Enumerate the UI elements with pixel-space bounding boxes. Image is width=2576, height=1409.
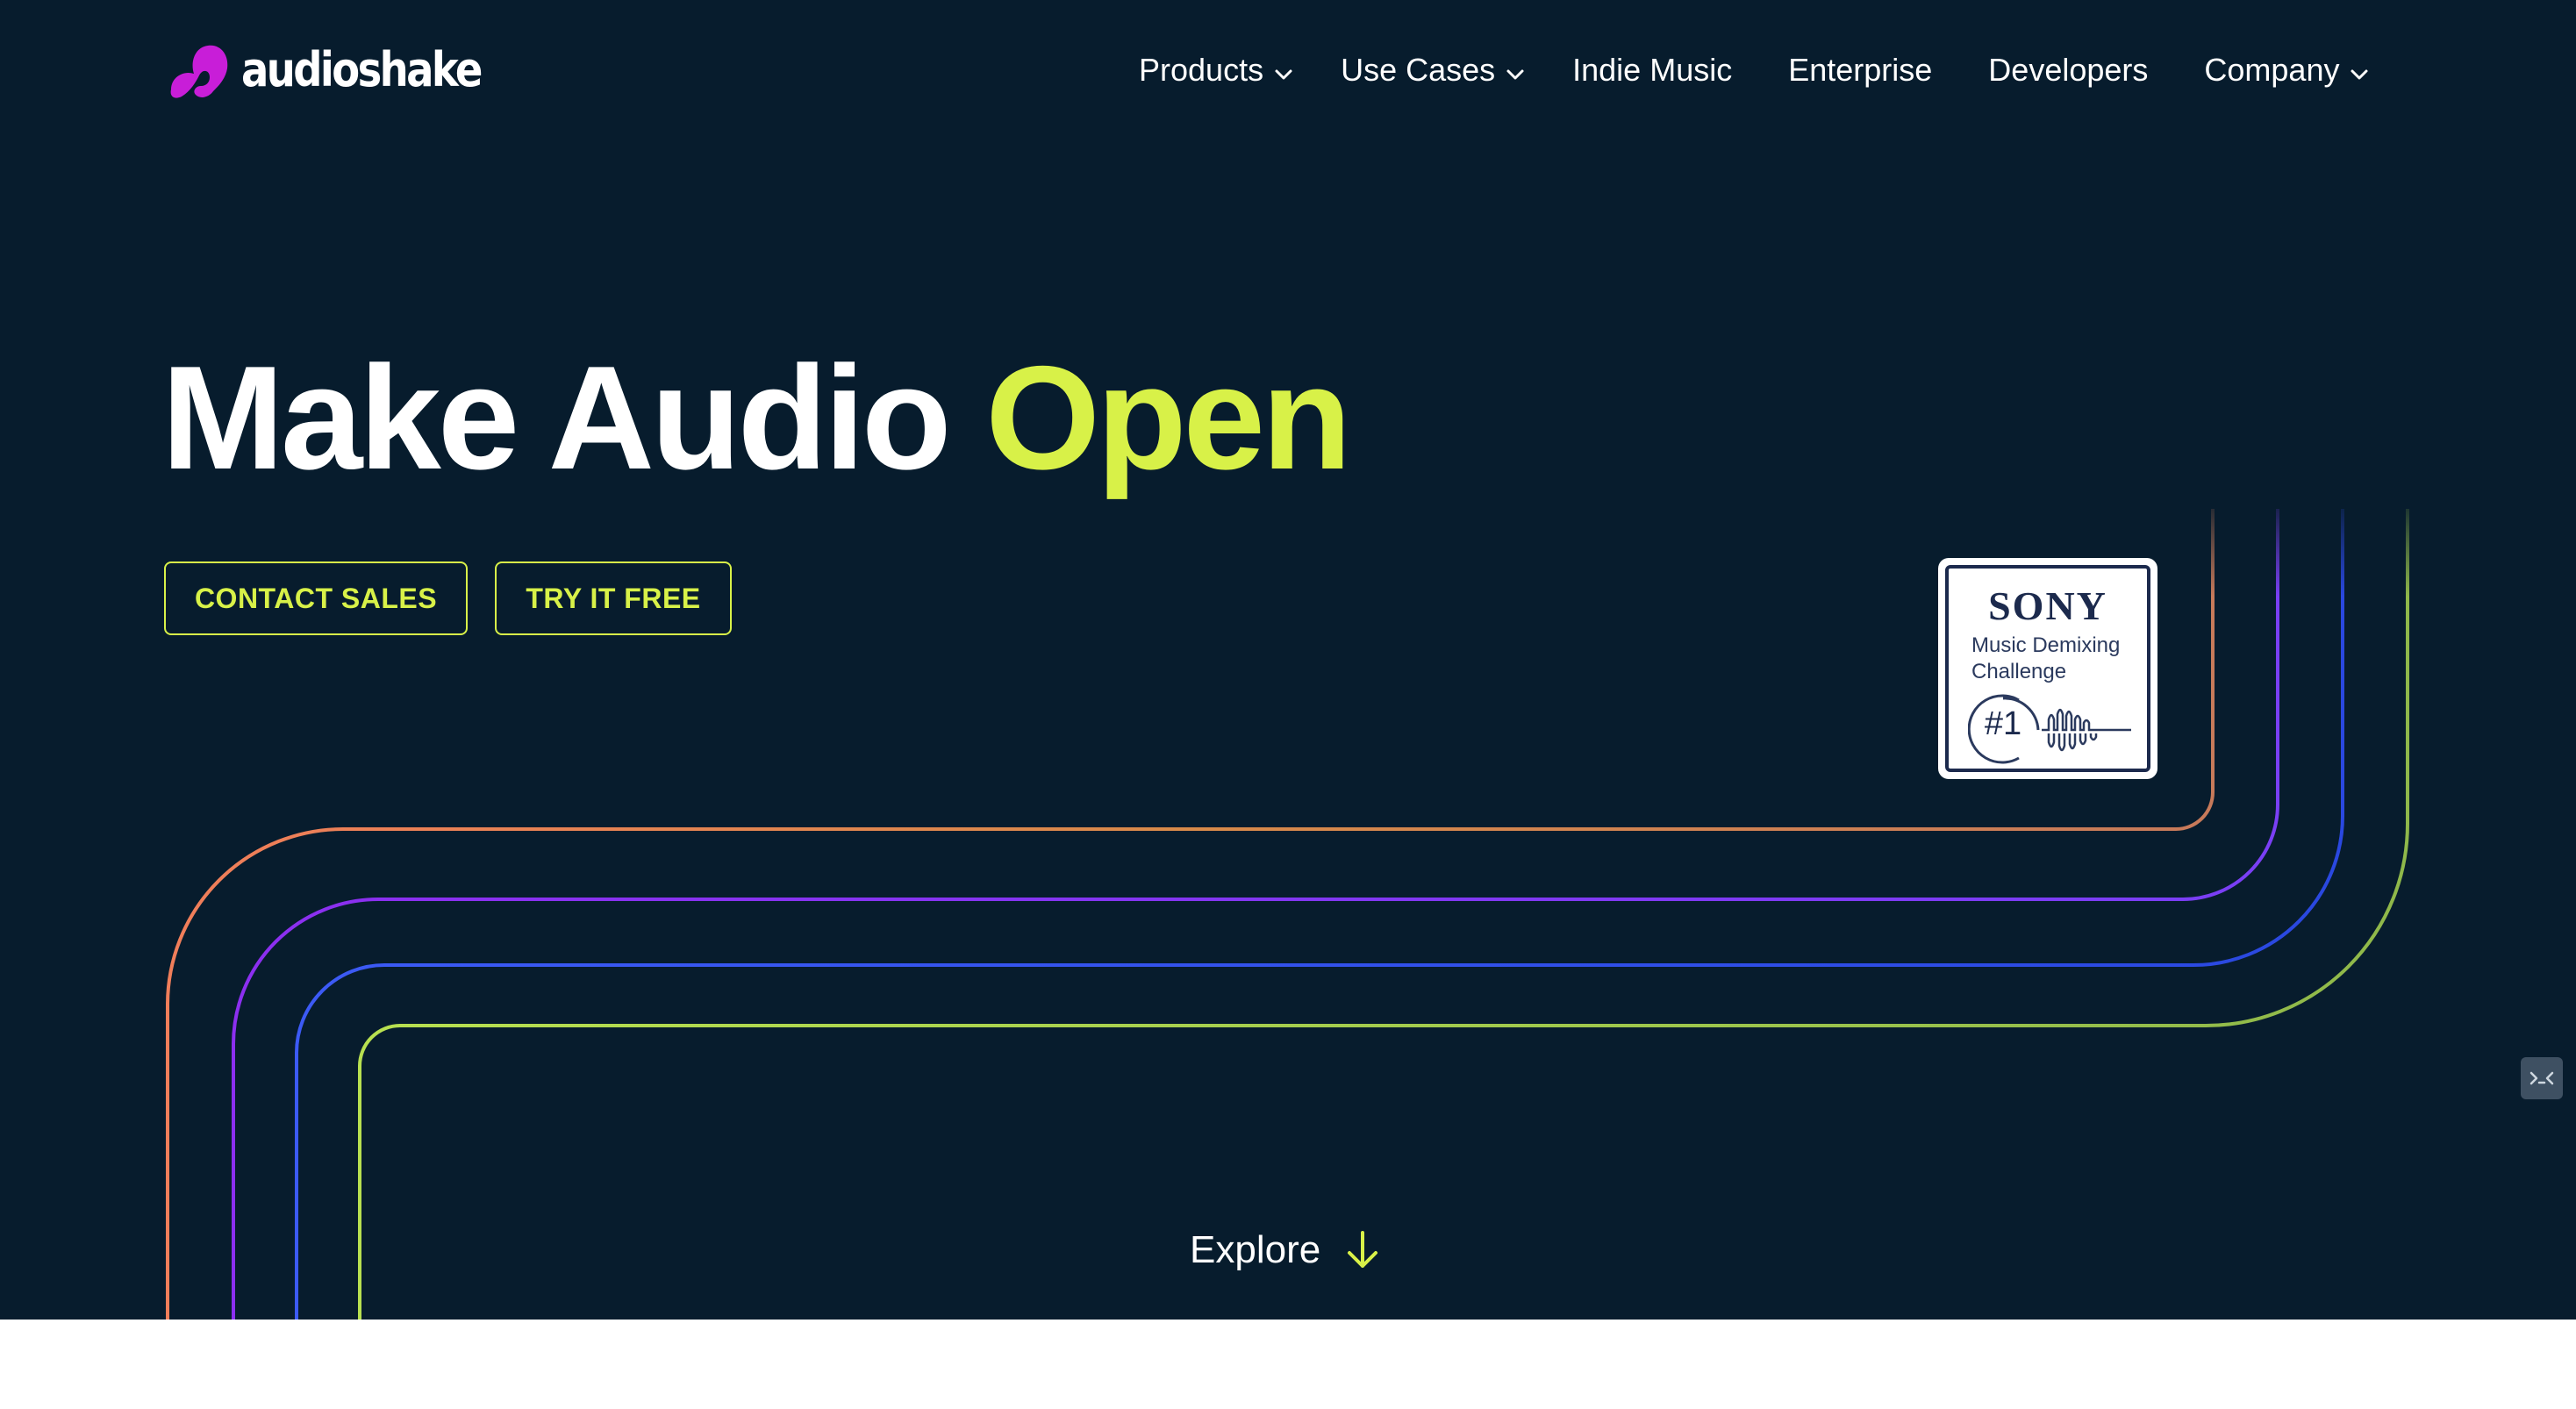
nav-item-products[interactable]: Products: [1139, 52, 1293, 89]
hero-section: audioshake Products Use Cases Indie Musi…: [0, 0, 2576, 1320]
nav-item-use-cases[interactable]: Use Cases: [1341, 52, 1525, 89]
chevron-down-icon: [1506, 52, 1525, 89]
nav-label: Developers: [1988, 52, 2149, 88]
badge-brand: SONY: [1988, 583, 2107, 628]
brand-logo[interactable]: audioshake: [164, 39, 519, 102]
badge-line-2: Challenge: [1971, 660, 2067, 683]
nav-item-indie-music[interactable]: Indie Music: [1572, 52, 1732, 89]
contact-sales-button[interactable]: CONTACT SALES: [164, 561, 468, 635]
decorative-lines: [166, 491, 2439, 1320]
side-widget-button[interactable]: [2521, 1057, 2563, 1099]
chevron-down-icon: [2350, 52, 2369, 89]
nav-item-company[interactable]: Company: [2204, 52, 2369, 89]
hero-headline: Make Audio Open: [161, 344, 1352, 491]
sony-award-badge: SONY Music Demixing Challenge #1: [1938, 558, 2157, 779]
line-orange: [166, 509, 2215, 1320]
nav-label: Use Cases: [1341, 52, 1496, 88]
chevron-down-icon: [1274, 52, 1293, 89]
terminal-icon: [2529, 1071, 2554, 1085]
nav-label: Enterprise: [1788, 52, 1933, 88]
nav-label: Products: [1139, 52, 1264, 88]
main-nav: Products Use Cases Indie Music Enterpris…: [1139, 44, 2369, 97]
badge-line-1: Music Demixing: [1971, 633, 2121, 657]
headline-main: Make Audio: [161, 335, 986, 500]
nav-item-enterprise[interactable]: Enterprise: [1788, 52, 1932, 89]
nav-label: Indie Music: [1572, 52, 1733, 88]
try-it-free-button[interactable]: TRY IT FREE: [495, 561, 732, 635]
explore-link[interactable]: Explore: [1190, 1228, 1380, 1272]
explore-label: Explore: [1190, 1228, 1321, 1271]
headline-accent: Open: [985, 335, 1351, 500]
audioshake-logo-icon: [170, 45, 228, 98]
arrow-down-icon: [1348, 1231, 1378, 1268]
badge-rank: #1: [1984, 705, 2022, 742]
brand-name: audioshake: [241, 42, 483, 97]
badge-frame: SONY Music Demixing Challenge #1: [1945, 565, 2150, 772]
nav-item-developers[interactable]: Developers: [1988, 52, 2148, 89]
nav-label: Company: [2204, 52, 2340, 88]
